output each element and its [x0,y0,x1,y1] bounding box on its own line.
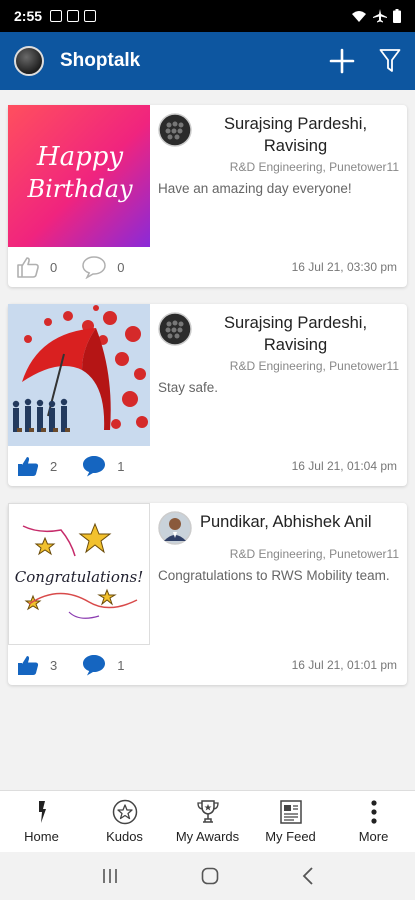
back-icon[interactable] [301,866,315,886]
post-image-birthday[interactable]: Happy Birthday [8,105,150,247]
comment-button[interactable]: 0 [81,255,124,279]
comment-button[interactable]: 1 [81,653,124,677]
lock-notification-icon [67,10,80,22]
nav-home-label: Home [24,829,59,844]
system-navigation-bar [0,852,415,900]
image-notification-icon [50,10,63,22]
app-bar: Shoptalk [0,32,415,90]
nav-my-feed-label: My Feed [265,829,316,844]
airplane-icon [373,9,387,23]
post-timestamp: 16 Jul 21, 01:01 pm [291,658,397,672]
nav-kudos-label: Kudos [106,829,143,844]
home-icon [38,801,46,823]
thumbs-up-outline-icon [17,257,39,278]
like-count: 0 [50,259,58,275]
post-author: Surajsing Pardeshi, Ravising [223,115,368,156]
post-department: R&D Engineering, Punetower11 [229,159,399,174]
status-notification-icons [50,10,97,22]
battery-icon [393,9,401,23]
comment-count: 1 [117,657,125,673]
app-notification-icon [84,10,97,22]
birthday-image-line1: Happy [36,142,123,172]
post-message: Stay safe. [158,379,219,395]
nav-more[interactable]: More [332,791,415,852]
post-department: R&D Engineering, Punetower11 [229,547,399,561]
post-card[interactable]: Surajsing Pardeshi, Ravising R&D Enginee… [8,304,407,486]
post-message: Have an amazing day everyone! [158,180,352,196]
thumbs-up-filled-icon [18,457,39,476]
recent-apps-icon[interactable] [100,867,120,885]
home-button-icon[interactable] [200,866,220,886]
wifi-icon [352,11,366,22]
nav-home[interactable]: Home [0,791,83,852]
post-card[interactable]: Congratulations! Pundikar, Abhishek Anil… [8,503,407,685]
nav-my-feed[interactable]: My Feed [249,791,332,852]
thumbs-up-filled-icon [18,656,39,675]
like-button[interactable]: 2 [16,455,57,477]
app-logo [14,46,44,76]
post-message: Congratulations to RWS Mobility team. [158,568,390,583]
comment-filled-icon [83,456,106,477]
star-badge-icon [112,799,137,825]
feed-list[interactable]: Happy Birthday Surajsing Pardeshi, Ravis… [0,90,415,790]
post-author: Surajsing Pardeshi, Ravising [223,314,368,355]
post-image-umbrella[interactable] [8,304,150,446]
comment-count: 0 [117,259,125,275]
like-button[interactable]: 0 [16,256,57,278]
author-avatar[interactable] [158,511,192,545]
more-vertical-icon [370,800,377,824]
post-timestamp: 16 Jul 21, 03:30 pm [291,260,397,274]
nav-kudos[interactable]: Kudos [83,791,166,852]
congratulations-image-text: Congratulations! [15,568,144,586]
app-title: Shoptalk [60,50,141,71]
post-department: R&D Engineering, Punetower11 [229,358,399,373]
post-timestamp: 16 Jul 21, 01:04 pm [291,459,397,473]
feed-icon [279,800,302,824]
author-avatar[interactable] [158,312,192,346]
status-bar: 2:55 [0,0,415,32]
bottom-navigation: Home Kudos My Awards My Feed More [0,790,415,852]
like-count: 2 [50,458,58,474]
status-system-icons [351,9,401,23]
nav-my-awards[interactable]: My Awards [166,791,249,852]
post-image-congratulations[interactable]: Congratulations! [8,503,150,645]
birthday-image-line2: Birthday [26,175,133,203]
status-time: 2:55 [14,8,43,24]
nav-more-label: More [358,829,389,844]
nav-my-awards-label: My Awards [175,829,240,844]
comment-count: 1 [117,458,125,474]
post-card[interactable]: Happy Birthday Surajsing Pardeshi, Ravis… [8,105,407,287]
comment-filled-icon [83,655,106,676]
add-icon[interactable] [329,48,355,74]
post-author: Pundikar, Abhishek Anil [200,513,372,531]
author-avatar[interactable] [158,113,192,147]
like-count: 3 [50,657,58,673]
filter-icon[interactable] [379,48,401,74]
like-button[interactable]: 3 [16,654,57,676]
trophy-icon [196,800,219,823]
comment-outline-icon [82,256,106,279]
comment-button[interactable]: 1 [81,454,124,478]
